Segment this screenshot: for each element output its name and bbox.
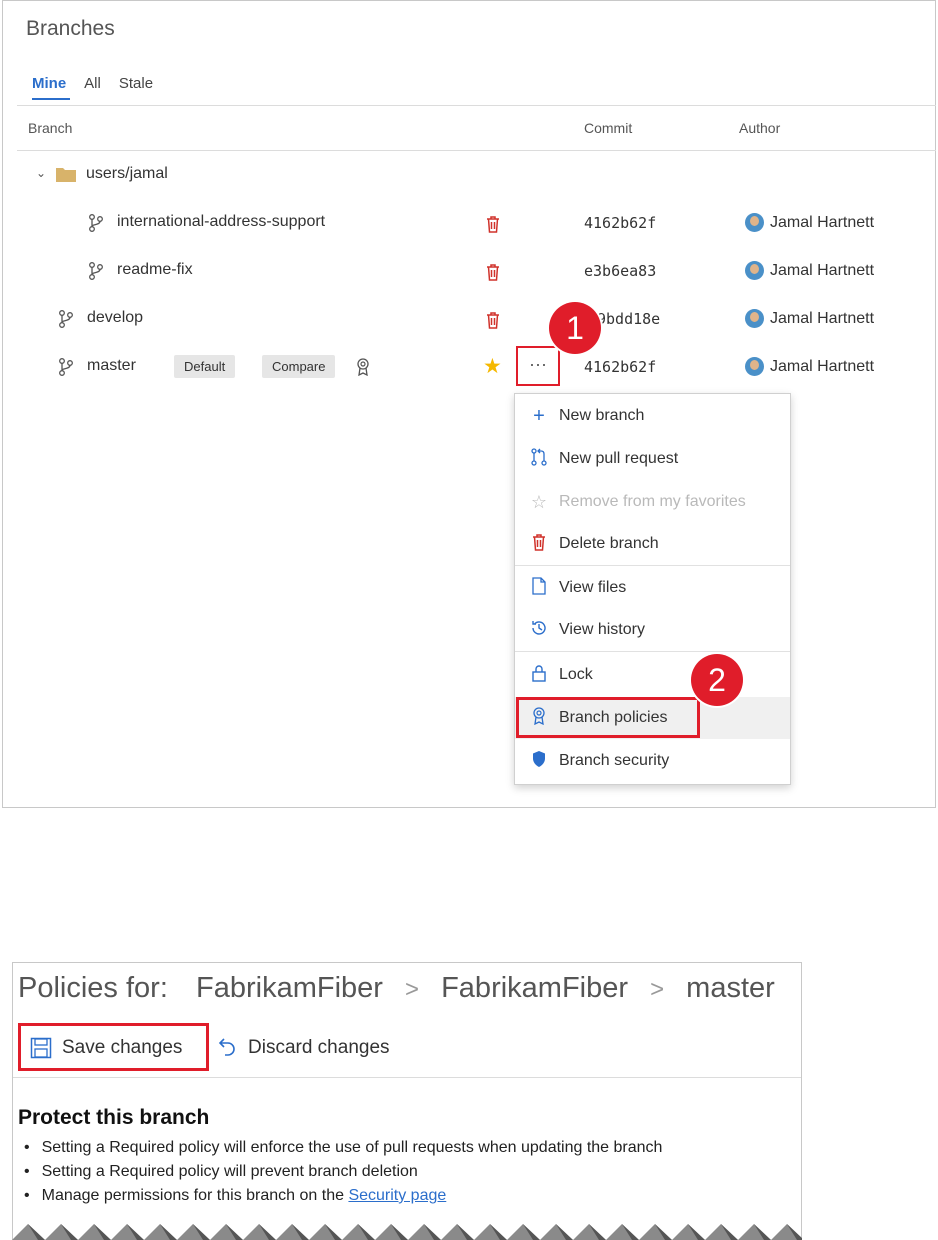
commit-id[interactable]: 4162b62f bbox=[584, 214, 656, 232]
tab-mine[interactable]: Mine bbox=[32, 75, 66, 92]
active-tab-underline bbox=[32, 98, 70, 100]
divider bbox=[17, 105, 936, 106]
breadcrumb-item[interactable]: FabrikamFiber bbox=[441, 972, 628, 1004]
breadcrumb: Policies for: FabrikamFiber > FabrikamFi… bbox=[18, 972, 775, 1005]
folder-icon bbox=[56, 168, 76, 182]
section-heading: Protect this branch bbox=[18, 1106, 210, 1129]
author: Jamal Hartnett bbox=[745, 309, 874, 328]
compare-badge[interactable]: Compare bbox=[262, 355, 336, 378]
default-badge: Default bbox=[174, 355, 236, 378]
author: Jamal Hartnett bbox=[745, 261, 874, 280]
trash-icon[interactable] bbox=[485, 263, 501, 281]
avatar bbox=[745, 357, 764, 376]
menu-item-lock[interactable]: Lock bbox=[515, 654, 790, 696]
branch-icon bbox=[89, 214, 103, 232]
shield-icon bbox=[527, 750, 551, 773]
menu-item-view-history[interactable]: View history bbox=[515, 609, 790, 651]
security-page-link[interactable]: Security page bbox=[348, 1187, 446, 1204]
author: Jamal Hartnett bbox=[745, 213, 874, 232]
trash-icon bbox=[527, 533, 551, 556]
trash-icon[interactable] bbox=[485, 215, 501, 233]
author-name: Jamal Hartnett bbox=[770, 357, 875, 375]
branch-icon bbox=[89, 262, 103, 280]
commit-id[interactable]: e3b6ea83 bbox=[584, 262, 656, 280]
avatar bbox=[745, 213, 764, 232]
policy-bullets: Setting a Required policy will enforce t… bbox=[24, 1136, 663, 1208]
breadcrumb-item[interactable]: FabrikamFiber bbox=[196, 972, 383, 1004]
chevron-right-icon: > bbox=[405, 976, 420, 1003]
bullet-item: Setting a Required policy will enforce t… bbox=[24, 1136, 663, 1160]
discard-label: Discard changes bbox=[248, 1037, 390, 1058]
divider bbox=[17, 150, 936, 151]
history-icon bbox=[527, 619, 551, 642]
breadcrumb-item[interactable]: master bbox=[686, 972, 775, 1004]
callout-1: 1 bbox=[549, 302, 601, 354]
commit-id[interactable]: 9bdd18e bbox=[597, 310, 660, 328]
callout-2: 2 bbox=[691, 654, 743, 706]
menu-item-label: Delete branch bbox=[559, 535, 659, 552]
lock-icon bbox=[527, 664, 551, 687]
file-icon bbox=[527, 576, 551, 600]
menu-item-delete-branch[interactable]: Delete branch bbox=[515, 523, 790, 565]
plus-icon: + bbox=[533, 404, 545, 427]
branch-tabs: Mine All Stale bbox=[32, 75, 153, 92]
pull-request-icon bbox=[527, 447, 551, 471]
avatar bbox=[745, 309, 764, 328]
chevron-down-icon[interactable]: ⌄ bbox=[36, 166, 46, 180]
author-name: Jamal Hartnett bbox=[770, 309, 875, 327]
branches-panel bbox=[2, 0, 936, 808]
branch-name[interactable]: international-address-support bbox=[117, 213, 325, 231]
discard-button[interactable]: Discard changes bbox=[216, 1037, 390, 1059]
commit-id[interactable]: 4162b62f bbox=[584, 358, 656, 376]
author-name: Jamal Hartnett bbox=[770, 213, 875, 231]
more-actions-button[interactable]: ··· bbox=[516, 346, 560, 386]
menu-item-new-pull-request[interactable]: New pull request bbox=[515, 438, 790, 480]
highlight-box bbox=[18, 1023, 209, 1071]
menu-item-label: New pull request bbox=[559, 450, 679, 467]
tab-stale[interactable]: Stale bbox=[119, 75, 153, 92]
branch-name[interactable]: readme-fix bbox=[117, 261, 193, 279]
menu-item-label: Lock bbox=[559, 666, 593, 683]
branch-name[interactable]: master bbox=[87, 357, 136, 375]
menu-item-label: New branch bbox=[559, 407, 645, 424]
menu-separator bbox=[515, 565, 790, 566]
trash-icon[interactable] bbox=[485, 311, 501, 329]
undo-icon bbox=[218, 1038, 235, 1056]
highlight-box bbox=[516, 697, 700, 738]
bullet-text: Manage permissions for this branch on th… bbox=[41, 1187, 349, 1204]
avatar bbox=[745, 261, 764, 280]
divider bbox=[13, 1077, 801, 1078]
star-outline-icon: ☆ bbox=[530, 491, 548, 512]
bullet-item: Manage permissions for this branch on th… bbox=[24, 1184, 662, 1208]
menu-item-remove-favorite: ☆ Remove from my favorites bbox=[515, 481, 790, 523]
menu-item-label: Remove from my favorites bbox=[559, 493, 746, 510]
chevron-right-icon: > bbox=[650, 976, 665, 1003]
branch-icon bbox=[59, 358, 73, 376]
menu-item-view-files[interactable]: View files bbox=[515, 567, 790, 609]
branch-icon bbox=[59, 310, 73, 328]
column-header-branch[interactable]: Branch bbox=[28, 120, 72, 136]
menu-item-branch-security[interactable]: Branch security bbox=[515, 740, 790, 782]
author-name: Jamal Hartnett bbox=[770, 261, 875, 279]
branch-name[interactable]: develop bbox=[87, 309, 143, 327]
star-icon[interactable]: ★ bbox=[483, 354, 502, 379]
menu-item-new-branch[interactable]: + New branch bbox=[515, 395, 790, 437]
menu-item-label: View history bbox=[559, 621, 645, 638]
author: Jamal Hartnett bbox=[745, 357, 874, 376]
column-header-author[interactable]: Author bbox=[739, 120, 780, 136]
menu-item-label: View files bbox=[559, 579, 627, 596]
torn-edge bbox=[12, 1214, 802, 1240]
column-header-commit[interactable]: Commit bbox=[584, 120, 632, 136]
menu-separator bbox=[515, 651, 790, 652]
menu-item-label: Branch security bbox=[559, 752, 670, 769]
bullet-item: Setting a Required policy will prevent b… bbox=[24, 1160, 662, 1184]
policy-badge-icon[interactable] bbox=[356, 358, 370, 376]
folder-name[interactable]: users/jamal bbox=[86, 165, 168, 183]
breadcrumb-prefix: Policies for: bbox=[18, 972, 168, 1004]
tab-all[interactable]: All bbox=[84, 75, 101, 92]
page-title: Branches bbox=[26, 17, 115, 40]
